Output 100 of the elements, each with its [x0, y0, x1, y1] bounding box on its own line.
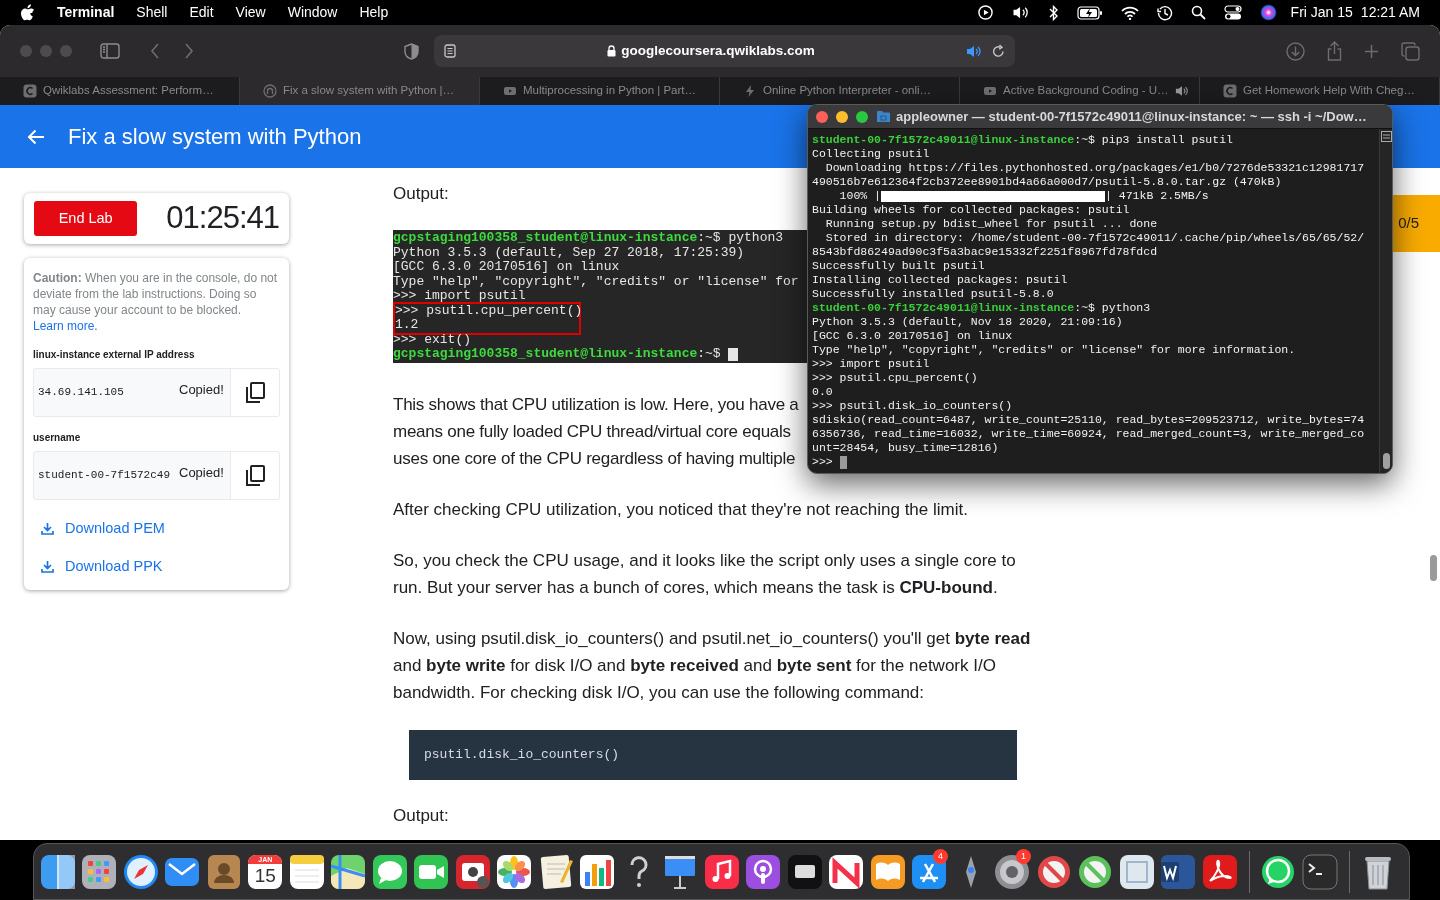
close-button[interactable]: [816, 110, 828, 123]
console-text: >>> exit(): [393, 331, 471, 347]
paragraph-line: means one fully loaded CPU thread/virtual core equals: [393, 421, 791, 443]
console-text: sdiskio(read_count=6487, write_count=25110, read_bytes=209523712, write_bytes=74: [812, 413, 1365, 426]
folder-icon: [876, 110, 891, 123]
scrollbar-thumb[interactable]: [1382, 453, 1390, 469]
lock-icon: [607, 45, 617, 57]
paragraph-line: This shows that CPU utilization is low. Here, you have a: [393, 394, 799, 416]
menu-item[interactable]: Window: [287, 2, 338, 23]
tab-title: Active Background Coding - U…: [1003, 83, 1169, 99]
share-icon[interactable]: [1327, 41, 1342, 61]
notification-badge: 1: [1016, 848, 1031, 864]
forward-icon[interactable]: [184, 43, 194, 59]
speaker-icon[interactable]: [966, 44, 982, 58]
field-label: linux-instance external IP address: [33, 348, 196, 362]
bluetooth-icon[interactable]: [1048, 4, 1059, 21]
timer: 01:25:41: [166, 199, 279, 238]
code-text: psutil.disk_io_counters(): [424, 746, 620, 765]
zoom-button[interactable]: [856, 110, 868, 123]
console-text: 0.0: [812, 385, 833, 398]
console-text: 490516b7e612364f2cb372ee8901bd4a66a000d7/psutil-5.8.0.tar.gz (470kB): [812, 175, 1282, 188]
console-text: Successfully installed psutil-5.8.0: [812, 287, 1054, 300]
tab-favicon-icon: [503, 84, 517, 98]
page-title: Fix a slow system with Python: [68, 123, 362, 151]
console-text: unt=28454, busy_time=12816): [812, 441, 999, 454]
sidebar-icon[interactable]: [100, 43, 120, 59]
tab-title: Fix a slow system with Python |…: [283, 83, 455, 99]
new-tab-icon[interactable]: [1364, 43, 1379, 59]
play-icon[interactable]: [977, 5, 993, 20]
copy-button[interactable]: [230, 369, 279, 416]
minimize-button[interactable]: [836, 110, 848, 123]
console-text: Collecting psutil: [812, 147, 930, 160]
clock-icon[interactable]: [1156, 4, 1173, 21]
learn-more-link[interactable]: Learn more.: [33, 319, 98, 333]
prompt-user: gcpstaging100358_student@linux-instance: [393, 347, 698, 362]
tab-title: Qwiklabs Assessment: Perform…: [43, 83, 214, 99]
paragraph-line: uses one core of the CPU regardless of having multiple: [393, 448, 796, 470]
download-link[interactable]: Download PPK: [65, 555, 163, 578]
console-text: Installing collected packages: psutil: [812, 273, 1068, 286]
field-value: 34.69.141.105: [37, 385, 125, 401]
tab-favicon-icon: [23, 84, 37, 98]
url-text: googlecoursera.qwiklabs.com: [621, 41, 815, 60]
download-icon[interactable]: [41, 560, 54, 574]
console-text: Running setup.py bdist_wheel for psutil ... done: [824, 217, 1158, 230]
apple-icon: [20, 4, 35, 21]
tab-title: Get Homework Help With Cheg…: [1243, 83, 1415, 99]
menu-item[interactable]: Edit: [189, 2, 214, 23]
console-text: [GCC 6.3.0 20170516] on linux: [393, 259, 620, 274]
console-text: Downloading https://files.pythonhosted.org/packages/e1/b0/7276de53321c12981717: [824, 161, 1365, 174]
prompt-user: student-00-7f1572c49011@linux-instance: [812, 133, 1075, 146]
address-bar[interactable]: googlecoursera.qwiklabs.com: [434, 35, 1015, 67]
end-lab-button[interactable]: End Lab: [34, 201, 138, 236]
back-icon[interactable]: [150, 43, 160, 59]
console-text: Type "help", "copyright", "credits" or "license" for: [393, 273, 799, 289]
copy-field[interactable]: 34.69.141.105 Copied!: [33, 368, 280, 417]
battery-icon[interactable]: [1076, 5, 1103, 20]
window-title: appleowner — student-00-7f1572c49011@linux-instance: ~ — ssh -i ~/Dow…: [896, 107, 1367, 126]
output-label: Output:: [393, 183, 449, 205]
calendar-day: 15: [254, 863, 276, 888]
download-icon[interactable]: [41, 522, 54, 536]
paragraph: After checking CPU utilization, you noticed that they're not reaching the limit.: [393, 499, 969, 521]
browser-tab[interactable]: Fix a slow system with Python |…: [240, 77, 480, 105]
menu-item[interactable]: View: [235, 2, 266, 23]
console-text: Building wheels for collected packages: psutil: [812, 203, 1130, 216]
console-text: Type "help", "copyright", "credits" or "license" for more information.: [812, 343, 1296, 356]
field-label: username: [33, 431, 82, 445]
menu-time: 12:21 AM: [1360, 3, 1420, 22]
console-text: 100% |: [838, 189, 881, 203]
download-link[interactable]: Download PEM: [65, 518, 165, 540]
console-text: >>> import psutil: [812, 357, 930, 370]
search-icon[interactable]: [1190, 5, 1206, 20]
speaker-icon[interactable]: [1174, 85, 1189, 97]
reload-icon[interactable]: [992, 44, 1005, 58]
download-icon[interactable]: [1286, 41, 1305, 61]
console-text: 8543bfd86249ad90c3f5a3bac9e15332f2251f8967fd78fdcd: [812, 245, 1158, 258]
back-arrow-icon[interactable]: [27, 128, 45, 145]
copy-field[interactable]: student-00-7f1572c49 Copied!: [33, 451, 280, 500]
orb-icon[interactable]: [1259, 4, 1277, 21]
copy-button[interactable]: [230, 452, 279, 499]
copy-icon: [245, 382, 265, 403]
wifi-icon[interactable]: [1120, 5, 1139, 20]
prompt-command: :~$ pip3 install psutil: [1074, 133, 1233, 146]
console-text: [GCC 6.3.0 20170516] on linux: [812, 329, 1013, 342]
console-text: Python 3.5.3 (default, Sep 27 2018, 17:25:39): [393, 244, 745, 260]
toggle-icon[interactable]: [1223, 5, 1242, 20]
tabs-overview-icon[interactable]: [1401, 41, 1420, 61]
shield-icon[interactable]: [404, 42, 419, 60]
menu-item[interactable]: Help: [359, 2, 389, 23]
caution-text: Caution: When you are in the console, do not deviate from the lab instructions. Doing so may cause your account to be blocked. Learn more.: [33, 270, 279, 334]
prompt-command: :~$ python3: [697, 230, 784, 245]
scrollbar-thumb[interactable]: [1430, 555, 1437, 581]
reader-icon[interactable]: [444, 44, 456, 58]
split-icon[interactable]: [1380, 131, 1392, 142]
console-text: >>> import psutil: [393, 288, 526, 303]
app-menu[interactable]: Terminal: [57, 2, 115, 23]
copy-icon: [245, 465, 265, 486]
output-label: Output:: [393, 805, 449, 827]
menu-item[interactable]: Shell: [136, 2, 168, 23]
console-text: Successfully built psutil: [812, 259, 985, 272]
tab-favicon-icon: [983, 84, 997, 98]
